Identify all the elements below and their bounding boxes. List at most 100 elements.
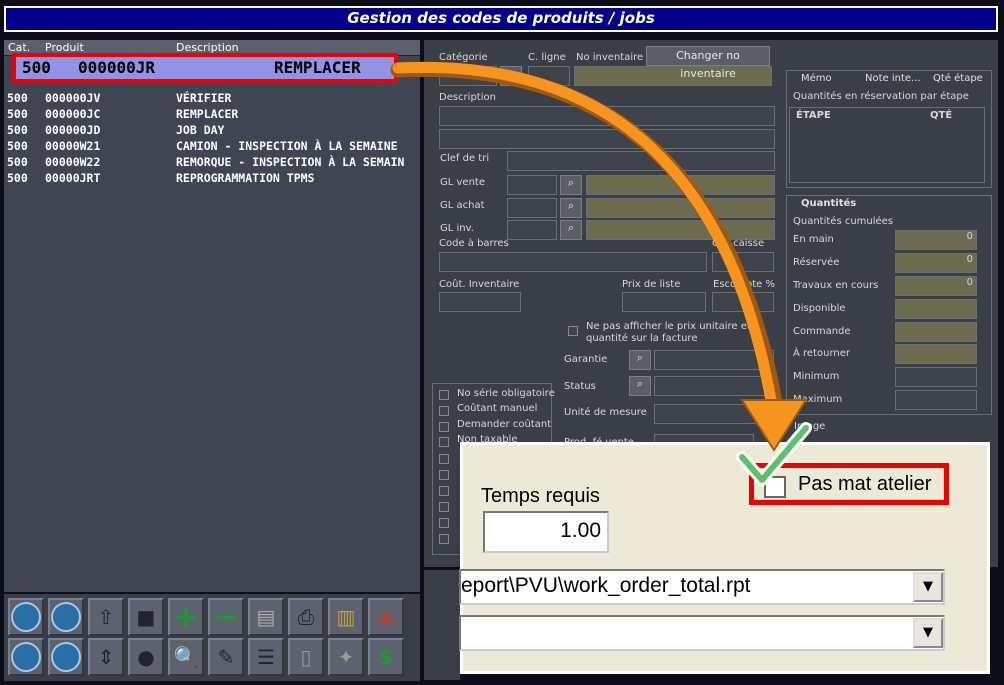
- lower-panel: [424, 570, 460, 680]
- unite-de-mesure-label: Unité de mesure: [564, 407, 647, 418]
- temps-requis-input[interactable]: 1.00: [483, 511, 609, 553]
- chevron-down-icon[interactable]: ▼: [913, 618, 943, 648]
- row-produit: 000000JC: [45, 107, 101, 121]
- qte-caisse-field[interactable]: [712, 252, 774, 272]
- first-record-icon[interactable]: [8, 598, 44, 636]
- escompte-field[interactable]: [712, 292, 774, 312]
- etape-table[interactable]: ÉTAPE QTÉ: [789, 107, 985, 183]
- lookup-icon: ⌕: [507, 67, 515, 80]
- cout-inventaire-field[interactable]: [439, 292, 521, 312]
- pas-mat-atelier-checkbox[interactable]: [764, 476, 786, 498]
- gl-inv-field[interactable]: [507, 220, 557, 240]
- toolbar: ⇧ ■ + − ▤ ⎙ ▥ ⏏ ⇕ ● 🔍 ✎ ☰ ▯ ✦ $: [4, 594, 420, 681]
- gl-achat-desc: [586, 198, 775, 218]
- option-checkbox[interactable]: [439, 486, 449, 496]
- exit-icon[interactable]: ⏏: [368, 598, 404, 636]
- cout-inventaire-label: Coût. Inventaire: [439, 279, 520, 290]
- up-arrow-icon[interactable]: ⇧: [88, 598, 124, 636]
- description-field-2[interactable]: [439, 129, 775, 149]
- gl-achat-lookup-button[interactable]: ⌕: [560, 198, 582, 218]
- no-serie-checkbox[interactable]: [439, 390, 449, 400]
- row-produit: 00000W21: [45, 139, 101, 153]
- qty-value: 0: [895, 253, 977, 273]
- stamp-icon[interactable]: ●: [128, 638, 164, 676]
- tab-quantites[interactable]: Quantités: [801, 198, 856, 209]
- description-label: Description: [439, 92, 496, 103]
- coutant-manuel-checkbox[interactable]: [439, 406, 449, 416]
- ne-pas-afficher-checkbox[interactable]: [568, 326, 578, 336]
- previous-record-icon[interactable]: [48, 598, 84, 636]
- prix-de-liste-label: Prix de liste: [622, 279, 681, 290]
- option-checkbox[interactable]: [439, 502, 449, 512]
- table-row[interactable]: 500 00000W21 CAMION - INSPECTION À LA SE…: [4, 138, 420, 154]
- table-row[interactable]: 500 000000JC REMPLACER: [4, 106, 420, 122]
- tab-qte-etape[interactable]: Qté étape: [933, 73, 983, 84]
- c-ligne-field[interactable]: [528, 66, 570, 86]
- print-icon[interactable]: ⎙: [288, 598, 324, 636]
- barcode-icon[interactable]: ▥: [328, 598, 364, 636]
- description-field-1[interactable]: [439, 106, 775, 126]
- dollar-icon[interactable]: $: [368, 638, 404, 676]
- etape-panel: Mémo Note inte... Qté étape Quantités en…: [786, 70, 992, 188]
- clef-de-tri-field[interactable]: [507, 151, 775, 171]
- qty-label: Commande: [793, 326, 851, 337]
- clef-de-tri-label: Clef de tri: [440, 153, 490, 164]
- table-row[interactable]: 500 000000JV VÉRIFIER: [4, 90, 420, 106]
- unite-de-mesure-field[interactable]: [654, 404, 774, 424]
- non-taxable-checkbox[interactable]: [439, 437, 449, 447]
- demander-coutant-label: Demander coûtant: [457, 419, 552, 430]
- qte-caisse-label: Qté caisse: [712, 238, 765, 249]
- option-checkbox[interactable]: [439, 534, 449, 544]
- notes-icon[interactable]: ✎: [208, 638, 244, 676]
- save-icon[interactable]: ▤: [248, 598, 284, 636]
- down-arrow-icon[interactable]: ⇕: [88, 638, 124, 676]
- table-row[interactable]: 500 00000JRT REPROGRAMMATION TPMS: [4, 170, 420, 186]
- gl-vente-lookup-button[interactable]: ⌕: [560, 175, 582, 195]
- last-record-icon[interactable]: [8, 638, 44, 676]
- search-icon[interactable]: 🔍: [168, 638, 204, 676]
- lookup-icon: ⌕: [636, 351, 644, 364]
- qty-value[interactable]: [895, 367, 977, 387]
- categorie-field[interactable]: [439, 66, 497, 86]
- coutant-manuel-label: Coûtant manuel: [457, 403, 538, 414]
- no-inventaire-field[interactable]: [574, 66, 772, 86]
- gl-vente-field[interactable]: [507, 175, 557, 195]
- option-checkbox[interactable]: [439, 518, 449, 528]
- option-checkbox[interactable]: [439, 454, 449, 464]
- tab-memo[interactable]: Mémo: [801, 73, 832, 84]
- demander-coutant-checkbox[interactable]: [439, 422, 449, 432]
- code-a-barres-field[interactable]: [439, 252, 707, 272]
- next-record-icon[interactable]: [48, 638, 84, 676]
- status-select[interactable]: [654, 376, 774, 396]
- chevron-down-icon[interactable]: ▼: [913, 572, 943, 602]
- table-row[interactable]: 500 000000JD JOB DAY: [4, 122, 420, 138]
- selected-row[interactable]: 500 000000JR REMPLACER: [12, 53, 398, 83]
- option-checkbox[interactable]: [439, 470, 449, 480]
- garantie-lookup-button[interactable]: ⌕: [629, 350, 651, 370]
- add-icon[interactable]: +: [168, 598, 204, 636]
- status-lookup-button[interactable]: ⌕: [629, 376, 651, 396]
- briefcase-icon[interactable]: ■: [128, 598, 164, 636]
- qty-label: Disponible: [793, 303, 846, 314]
- table-row[interactable]: 500 00000W22 REMORQUE - INSPECTION À LA …: [4, 154, 420, 170]
- puzzle-icon[interactable]: ✦: [328, 638, 364, 676]
- remove-icon[interactable]: −: [208, 598, 244, 636]
- changer-no-inventaire-button[interactable]: Changer no inventaire: [646, 46, 770, 80]
- tab-note-interne[interactable]: Note inte...: [865, 73, 921, 84]
- report-path-select[interactable]: eport\PVU\work_order_total.rpt: [459, 569, 945, 605]
- garantie-label: Garantie: [564, 354, 608, 365]
- categorie-lookup-button[interactable]: ⌕: [500, 66, 522, 86]
- second-select[interactable]: [459, 615, 945, 651]
- qty-label: Réservée: [793, 257, 840, 268]
- gl-inv-lookup-button[interactable]: ⌕: [560, 220, 582, 240]
- document-icon[interactable]: ☰: [248, 638, 284, 676]
- prix-de-liste-field[interactable]: [622, 292, 706, 312]
- garantie-select[interactable]: [654, 350, 774, 370]
- qty-value[interactable]: [895, 390, 977, 410]
- no-serie-label: No série obligatoire: [457, 388, 555, 399]
- lookup-icon: ⌕: [567, 221, 575, 234]
- product-list[interactable]: Cat. Produit Description 500 000000JR RE…: [4, 40, 420, 592]
- gl-achat-field[interactable]: [507, 198, 557, 218]
- page-icon[interactable]: ▯: [288, 638, 324, 676]
- qty-label: Minimum: [793, 371, 840, 382]
